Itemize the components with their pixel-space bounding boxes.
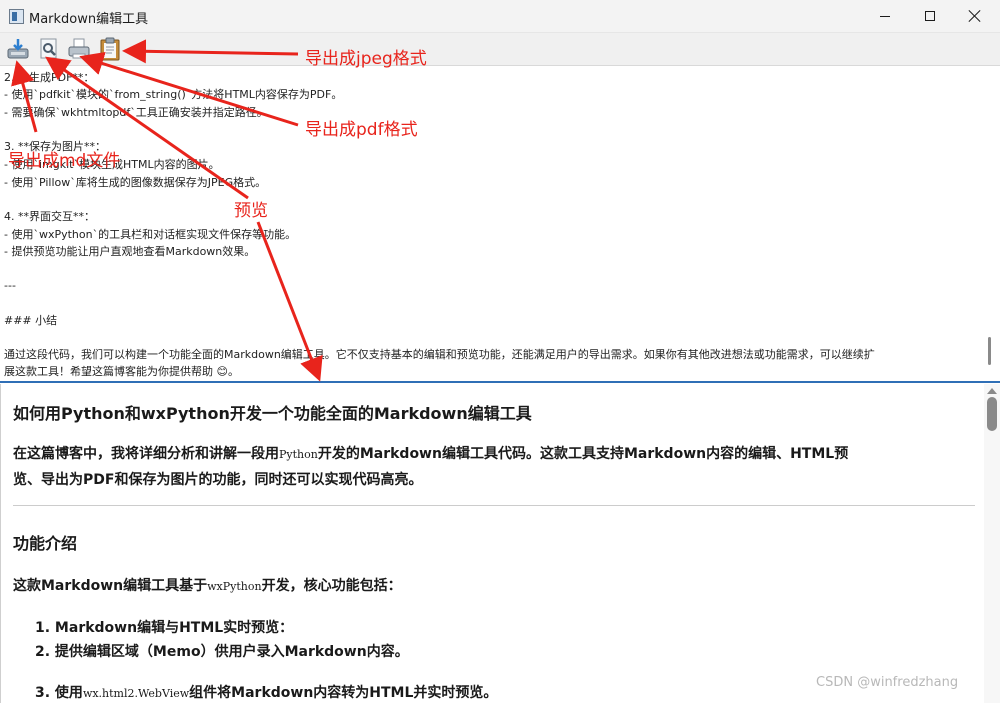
app-icon: [9, 9, 24, 24]
maximize-button[interactable]: [907, 0, 953, 32]
preview-heading: 如何用Python和wxPython开发一个功能全面的Markdown编辑工具: [13, 404, 532, 423]
editor-line: - 提供预览功能让用户直观地查看Markdown效果。: [4, 245, 256, 258]
editor-line: - 需要确保`wkhtmltopdf`工具正确安装并指定路径。: [4, 106, 268, 119]
preview-code: wxPython: [207, 580, 262, 593]
save-md-button[interactable]: [5, 36, 31, 62]
preview-paragraph: 这款Markdown编辑工具基于wxPython开发，核心功能包括：: [13, 575, 402, 595]
preview-scrollbar[interactable]: [984, 384, 1000, 703]
minimize-button[interactable]: [862, 0, 908, 32]
preview-text: 开发的Markdown编辑工具代码。这款工具支持Markdown内容的编辑、HT…: [317, 446, 849, 462]
scroll-thumb[interactable]: [987, 397, 997, 431]
editor-line: 通过这段代码，我们可以构建一个功能全面的Markdown编辑工具。它不仅支持基本…: [4, 348, 875, 361]
export-jpeg-icon: [100, 37, 120, 61]
editor-line: - 使用`wxPython`的工具栏和对话框实现文件保存等功能。: [4, 228, 297, 241]
preview-code: Python: [279, 448, 318, 461]
list-item: 1. Markdown编辑与HTML实时预览：: [35, 620, 294, 636]
preview-text: 组件将Markdown内容转为HTML并实时预览。: [189, 685, 498, 701]
list-item: 2. 提供编辑区域（Memo）供用户录入Markdown内容。: [35, 644, 409, 660]
editor-scrollbar[interactable]: [988, 337, 991, 365]
scroll-up-icon[interactable]: [987, 388, 997, 394]
maximize-icon: [925, 11, 935, 21]
annotation-pdf: 导出成pdf格式: [305, 120, 418, 140]
save-md-icon: [7, 39, 29, 59]
splitter[interactable]: [0, 381, 1000, 383]
annotation-md: 导出成md文件: [8, 151, 121, 171]
markdown-editor[interactable]: 2. **生成PDF**： - 使用`pdfkit`模块的`from_strin…: [0, 67, 1000, 381]
editor-line: - 使用`Pillow`库将生成的图像数据保存为JPEG格式。: [4, 176, 267, 189]
list-item: 3. 使用wx.html2.WebView组件将Markdown内容转为HTML…: [35, 682, 497, 702]
export-pdf-icon: [68, 38, 90, 59]
export-pdf-button[interactable]: [66, 36, 92, 62]
preview-button[interactable]: [36, 36, 62, 62]
editor-line: 4. **界面交互**：: [4, 210, 95, 223]
preview-text: 3. 使用: [35, 685, 83, 701]
preview-text: 在这篇博客中，我将详细分析和讲解一段用: [13, 446, 279, 462]
preview-icon: [40, 38, 57, 59]
minimize-icon: [880, 15, 890, 17]
preview-code: wx.html2.WebView: [82, 687, 190, 700]
export-jpeg-button[interactable]: [97, 36, 123, 62]
toolbar: [0, 33, 1000, 66]
preview-intro-line: 在这篇博客中，我将详细分析和讲解一段用Python开发的Markdown编辑工具…: [13, 443, 848, 463]
html-preview[interactable]: 如何用Python和wxPython开发一个功能全面的Markdown编辑工具 …: [0, 384, 1000, 703]
annotation-preview: 预览: [234, 201, 268, 221]
preview-subheading: 功能介绍: [13, 534, 78, 553]
editor-line: ### 小结: [4, 314, 58, 327]
watermark: CSDN @winfredzhang: [816, 675, 959, 690]
preview-intro-line: 览、导出为PDF和保存为图片的功能，同时还可以实现代码高亮。: [13, 472, 423, 488]
close-icon: [969, 10, 981, 22]
preview-text: 这款Markdown编辑工具基于: [13, 578, 208, 594]
preview-text: 开发，核心功能包括：: [261, 578, 402, 594]
horizontal-rule: [13, 505, 975, 506]
close-button[interactable]: [952, 0, 998, 32]
annotation-jpeg: 导出成jpeg格式: [305, 49, 427, 69]
title-bar: Markdown编辑工具: [0, 0, 1000, 33]
editor-line: 2. **生成PDF**：: [4, 71, 95, 84]
editor-line: - 使用`pdfkit`模块的`from_string()`方法将HTML内容保…: [4, 88, 343, 101]
editor-line: 展这款工具！希望这篇博客能为你提供帮助 😊。: [4, 365, 239, 378]
editor-line: ---: [4, 279, 16, 292]
window-title: Markdown编辑工具: [29, 12, 149, 27]
